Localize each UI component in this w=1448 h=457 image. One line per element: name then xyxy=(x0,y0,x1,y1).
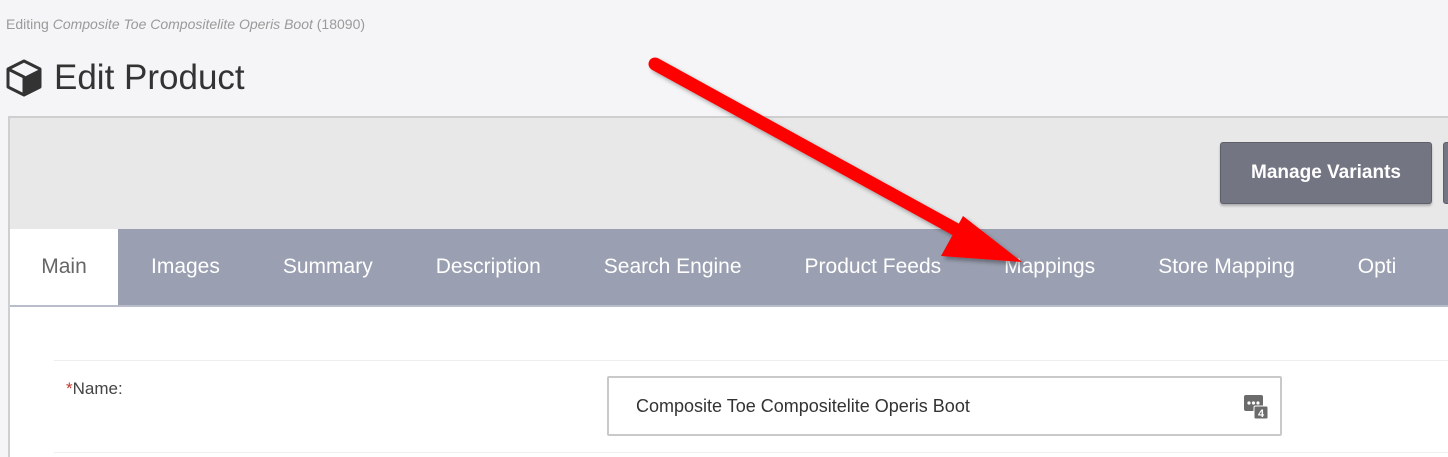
breadcrumb-product-id: (18090) xyxy=(316,16,366,32)
toolbar-next-button[interactable] xyxy=(1443,142,1448,204)
breadcrumb-prefix: Editing xyxy=(6,16,49,32)
tab-summary[interactable]: Summary xyxy=(283,229,373,305)
manage-variants-button[interactable]: Manage Variants xyxy=(1220,142,1432,204)
divider xyxy=(54,360,1448,361)
required-marker: * xyxy=(66,379,73,398)
main-tab-content: *Name: 4 xyxy=(10,309,1448,457)
tab-store-mapping[interactable]: Store Mapping xyxy=(1158,229,1295,305)
locale-badge: 4 xyxy=(1258,408,1265,420)
breadcrumb: Editing Composite Toe Compositelite Oper… xyxy=(6,16,365,32)
product-panel: Manage Variants Main Images Summary Desc… xyxy=(8,116,1448,457)
name-label-text: Name: xyxy=(72,379,123,398)
tab-bar: Main Images Summary Description Search E… xyxy=(10,229,1448,307)
tab-description[interactable]: Description xyxy=(436,229,541,305)
tab-main[interactable]: Main xyxy=(10,229,118,305)
page-header: Edit Product xyxy=(4,58,245,98)
tab-images[interactable]: Images xyxy=(151,229,220,305)
tab-search-engine[interactable]: Search Engine xyxy=(604,229,742,305)
tab-mappings[interactable]: Mappings xyxy=(1004,229,1095,305)
divider xyxy=(54,452,1448,453)
name-field-label: *Name: xyxy=(66,379,123,399)
localization-icon[interactable]: 4 xyxy=(1243,394,1269,420)
page-title: Edit Product xyxy=(54,58,245,97)
tab-product-feeds[interactable]: Product Feeds xyxy=(805,229,942,305)
edit-product-page: Editing Composite Toe Compositelite Oper… xyxy=(0,0,1448,457)
tab-options[interactable]: Opti xyxy=(1358,229,1397,305)
action-toolbar: Manage Variants xyxy=(10,118,1448,229)
breadcrumb-product-name: Composite Toe Compositelite Operis Boot xyxy=(52,16,313,32)
cube-icon xyxy=(6,59,42,97)
name-input[interactable] xyxy=(607,376,1282,436)
